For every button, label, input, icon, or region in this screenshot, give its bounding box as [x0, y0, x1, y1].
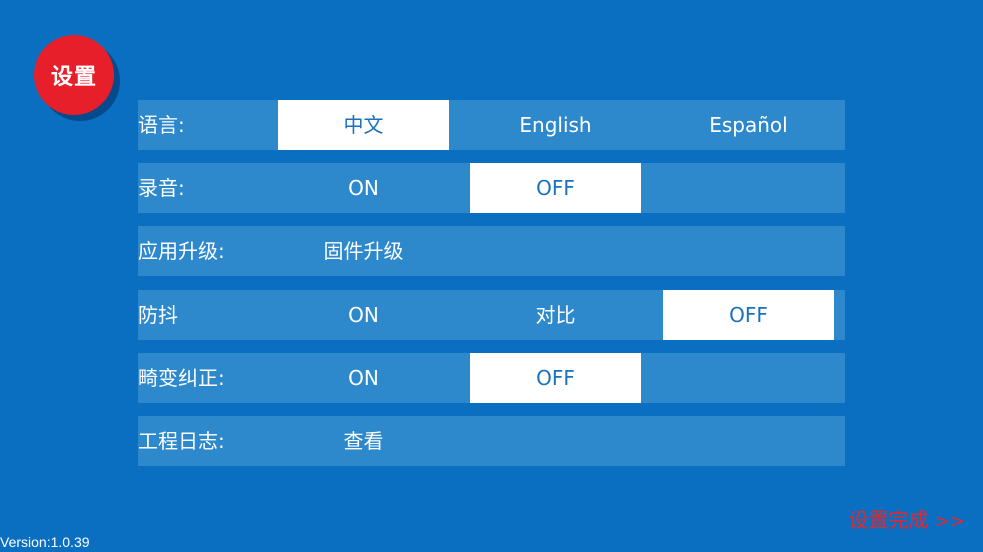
- distortion-option-on[interactable]: ON: [278, 353, 449, 403]
- recording-row: 录音: ON OFF: [138, 163, 845, 213]
- log-row: 工程日志: 查看: [138, 416, 845, 466]
- settings-badge: 设置: [34, 35, 114, 115]
- stabilization-option-on[interactable]: ON: [278, 290, 449, 340]
- view-log-button[interactable]: 查看: [278, 416, 449, 466]
- language-option-spanish[interactable]: Español: [663, 100, 834, 150]
- language-option-chinese[interactable]: 中文: [278, 100, 449, 150]
- distortion-option-off[interactable]: OFF: [470, 353, 641, 403]
- double-chevron-right-icon: >>: [934, 511, 965, 532]
- upgrade-label: 应用升级:: [138, 239, 225, 263]
- language-option-english[interactable]: English: [470, 100, 641, 150]
- recording-option-on[interactable]: ON: [278, 163, 449, 213]
- distortion-row: 畸变纠正: ON OFF: [138, 353, 845, 403]
- version-text: Version:1.0.39: [0, 534, 90, 550]
- language-row: 语言: 中文 English Español: [138, 100, 845, 150]
- stabilization-row: 防抖 ON 对比 OFF: [138, 290, 845, 340]
- recording-option-off[interactable]: OFF: [470, 163, 641, 213]
- stabilization-label: 防抖: [138, 303, 178, 327]
- settings-done-label: 设置完成: [848, 508, 929, 532]
- language-label: 语言:: [138, 113, 185, 137]
- distortion-label: 畸变纠正:: [138, 366, 225, 390]
- stabilization-option-compare[interactable]: 对比: [470, 290, 641, 340]
- log-label: 工程日志:: [138, 429, 225, 453]
- stabilization-option-off[interactable]: OFF: [663, 290, 834, 340]
- firmware-upgrade-button[interactable]: 固件升级: [278, 226, 449, 276]
- upgrade-row: 应用升级: 固件升级: [138, 226, 845, 276]
- recording-label: 录音:: [138, 176, 185, 200]
- settings-done-button[interactable]: 设置完成 >>: [848, 506, 965, 536]
